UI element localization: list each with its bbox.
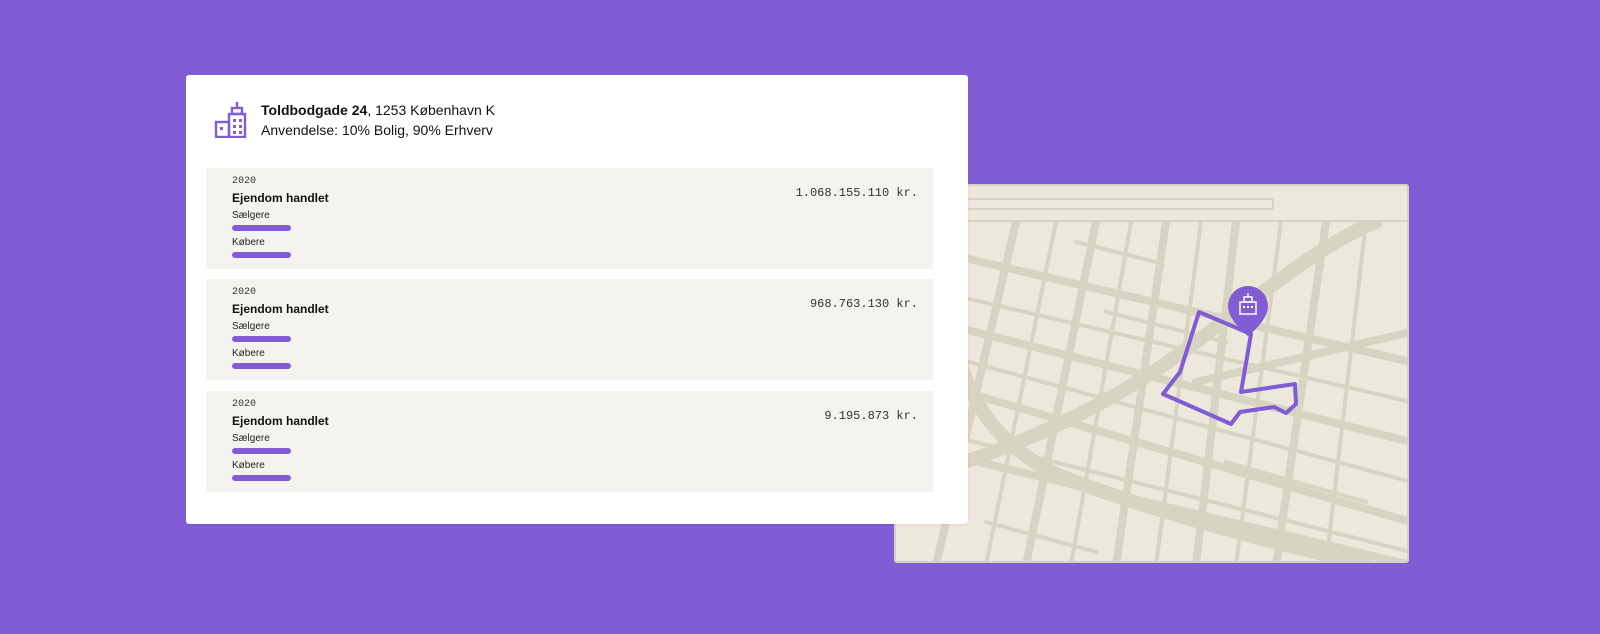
transaction-amount: 968.763.130 kr. <box>809 297 918 311</box>
transaction-row[interactable]: 2020 Ejendom handlet Sælgere Købere 9.19… <box>206 391 933 492</box>
buyers-placeholder-bar <box>232 363 291 369</box>
map-canvas[interactable] <box>896 222 1409 563</box>
property-usage: Anvendelse: 10% Bolig, 90% Erhverv <box>261 122 493 138</box>
buyers-placeholder-bar <box>232 252 291 258</box>
transaction-title: Ejendom handlet <box>232 191 329 205</box>
map-window <box>894 184 1409 563</box>
transaction-amount: 1.068.155.110 kr. <box>795 186 918 200</box>
transaction-title: Ejendom handlet <box>232 414 329 428</box>
property-address: Toldbodgade 24, 1253 København K <box>261 102 495 118</box>
map-toolbar <box>896 186 1407 222</box>
sellers-placeholder-bar <box>232 336 291 342</box>
buyers-label: Købere <box>232 237 265 248</box>
buyers-label: Købere <box>232 460 265 471</box>
buyers-placeholder-bar <box>232 475 291 481</box>
postal-city: , 1253 København K <box>367 102 495 118</box>
transaction-year: 2020 <box>232 176 257 187</box>
transaction-amount: 9.195.873 kr. <box>824 409 918 423</box>
transaction-row[interactable]: 2020 Ejendom handlet Sælgere Købere 968.… <box>206 279 933 380</box>
sellers-placeholder-bar <box>232 225 291 231</box>
sellers-placeholder-bar <box>232 448 291 454</box>
transaction-year: 2020 <box>232 287 257 298</box>
transaction-year: 2020 <box>232 399 257 410</box>
sellers-label: Sælgere <box>232 210 270 221</box>
map-address-bar[interactable] <box>956 198 1274 210</box>
transaction-title: Ejendom handlet <box>232 302 329 316</box>
transaction-row[interactable]: 2020 Ejendom handlet Sælgere Købere 1.06… <box>206 168 933 269</box>
buyers-label: Købere <box>232 348 265 359</box>
building-icon <box>214 102 247 138</box>
street-address: Toldbodgade 24 <box>261 102 368 118</box>
property-card: Toldbodgade 24, 1253 København K Anvende… <box>186 75 968 524</box>
sellers-label: Sælgere <box>232 321 270 332</box>
sellers-label: Sælgere <box>232 433 270 444</box>
